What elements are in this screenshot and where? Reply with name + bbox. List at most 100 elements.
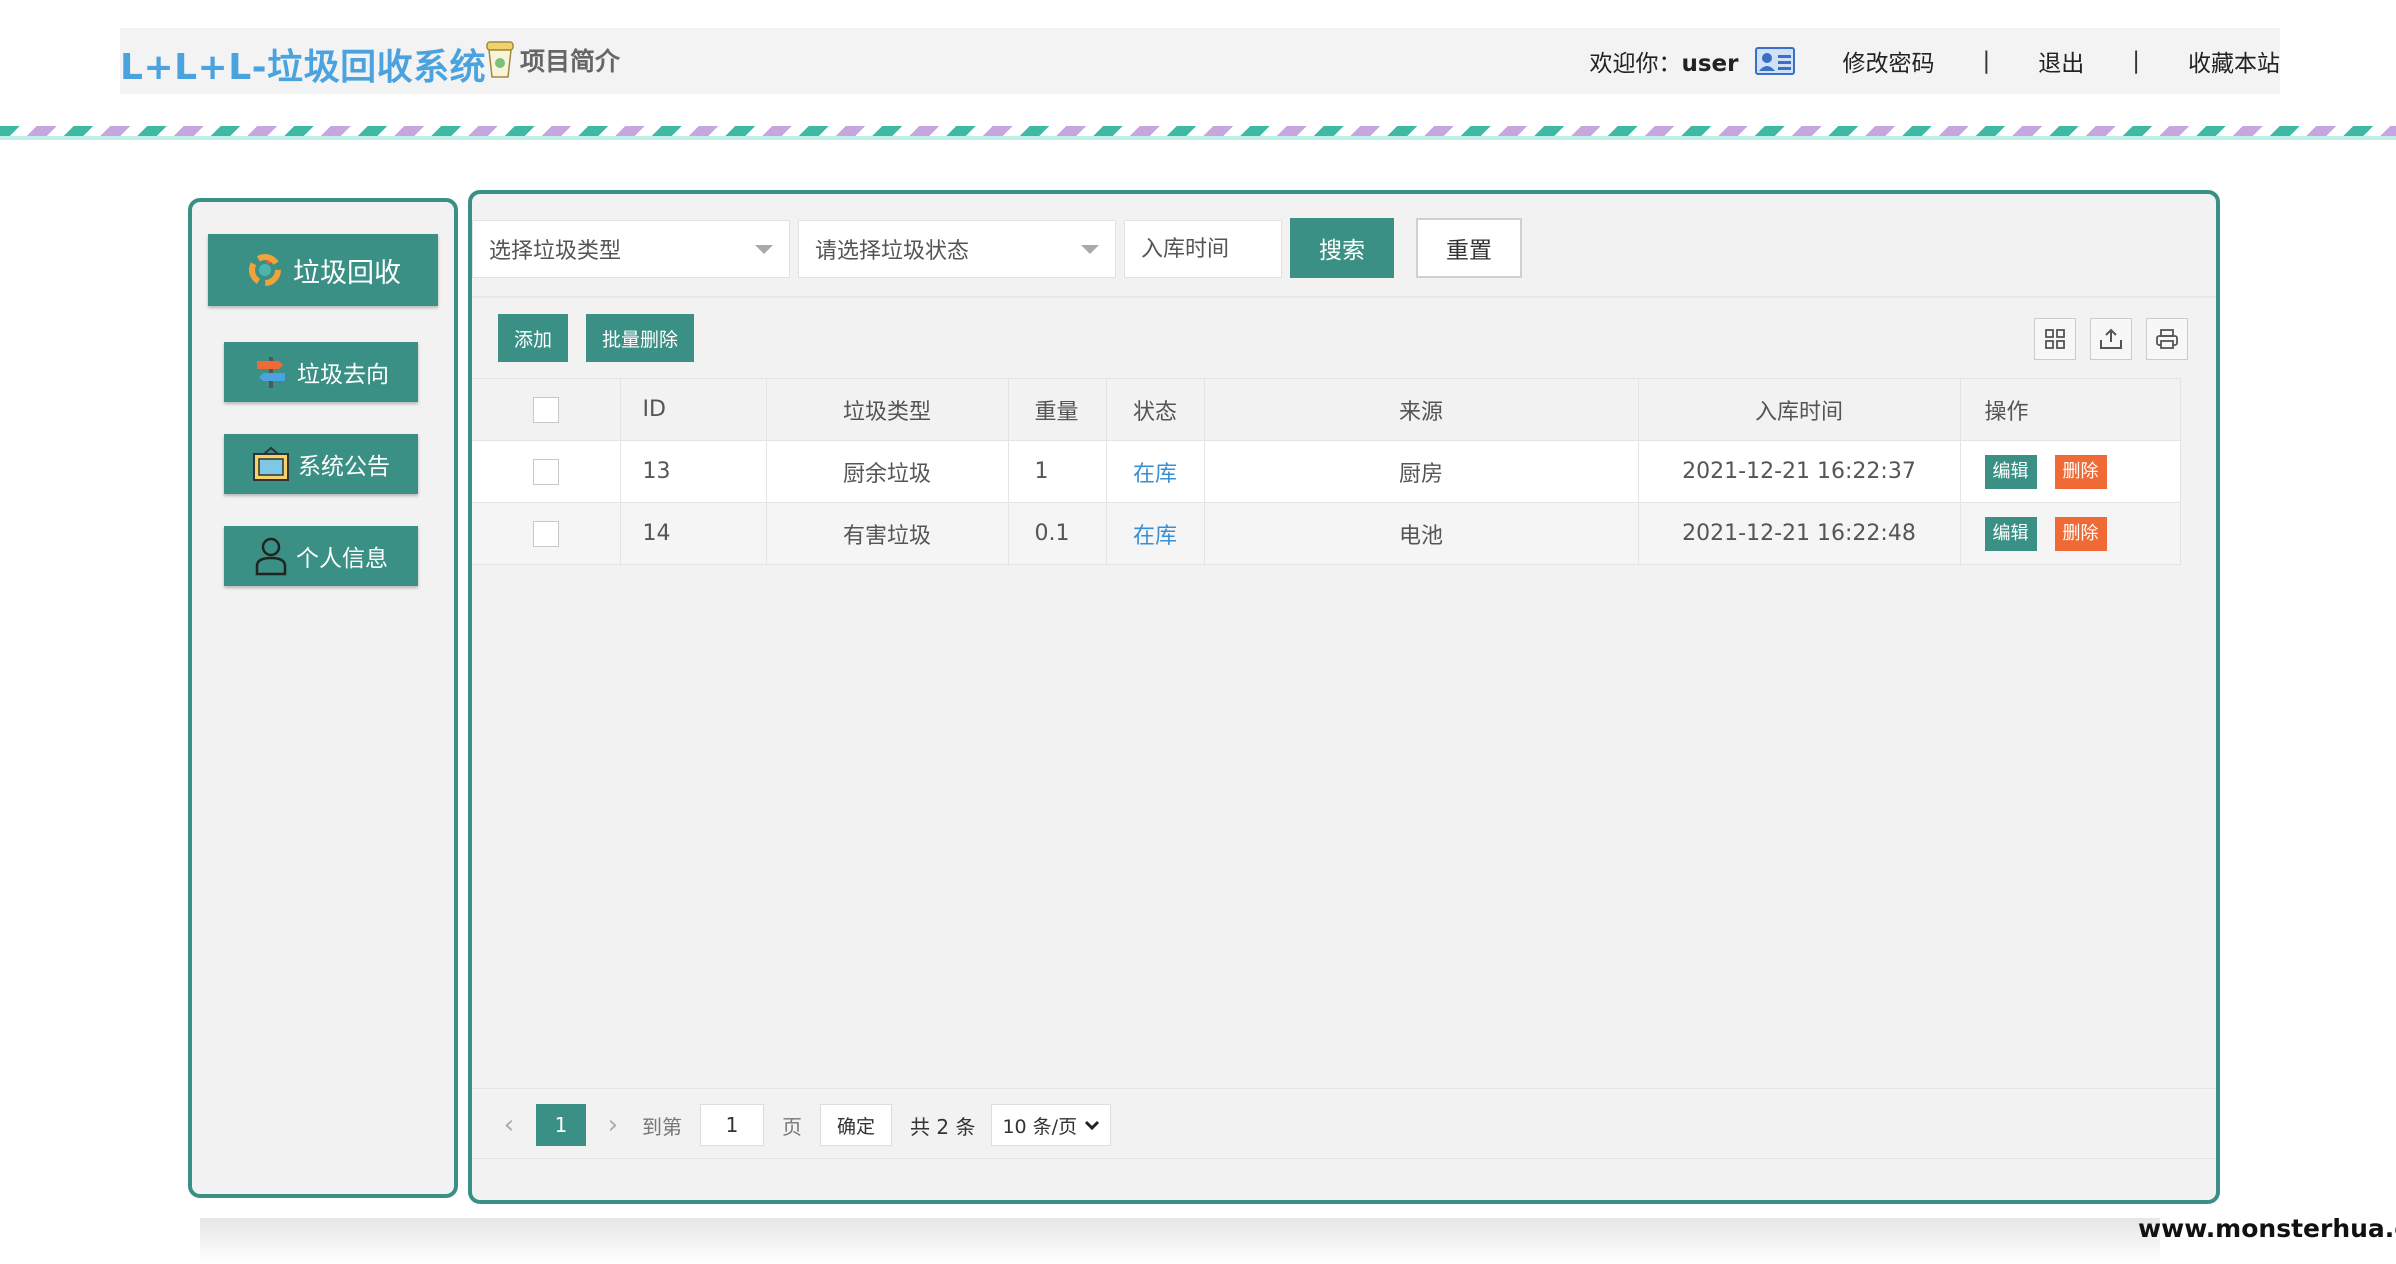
page-unit-label: 页 [782,1114,802,1139]
total-count: 共 2 条 [910,1114,976,1139]
column-header-source[interactable]: 来源 [1204,378,1639,441]
delete-button[interactable]: 删除 [2054,454,2107,489]
filter-divider [472,296,2216,298]
batch-delete-button[interactable]: 批量删除 [586,314,695,362]
chevron-down-icon [755,245,773,254]
select-all-cell [472,378,621,441]
sidebar-item-label: 个人信息 [296,546,388,572]
select-all-checkbox[interactable] [532,396,559,423]
column-header-ops: 操作 [1960,378,2181,441]
cell-ops: 编辑 删除 [1960,502,2181,565]
cell-status: 在库 [1106,502,1205,565]
prev-page-icon[interactable]: ‹ [494,1110,524,1140]
sidebar-item-label: 垃圾回收 [293,257,401,289]
cell-source: 电池 [1204,502,1639,565]
cell-weight: 0.1 [1008,502,1107,565]
main-panel: 选择垃圾类型 请选择垃圾状态 搜索 重置 添加 批量删除 [468,190,2220,1204]
add-button[interactable]: 添加 [498,314,569,362]
cell-time: 2021-12-21 16:22:48 [1638,502,1961,565]
status-link[interactable]: 在库 [1133,462,1177,487]
pager-divider [472,1088,2216,1089]
page-size-value: 10 条/页 [1002,1115,1078,1138]
sidebar-item-personal-info[interactable]: 个人信息 [224,526,418,586]
sidebar-item-garbage-destination[interactable]: 垃圾去向 [224,342,418,402]
cell-status: 在库 [1106,440,1205,503]
notice-board-icon [252,446,290,482]
welcome-prefix: 欢迎你： [1589,51,1682,77]
storage-date-input[interactable] [1124,220,1282,278]
reset-button[interactable]: 重置 [1416,218,1522,278]
cell-ops: 编辑 删除 [1960,440,2181,503]
cell-id: 14 [620,502,767,565]
filter-bar: 选择垃圾类型 请选择垃圾状态 搜索 重置 [472,194,2216,296]
table-header-row: ID 垃圾类型 重量 状态 来源 入库时间 操作 [472,378,2181,441]
row-checkbox[interactable] [532,458,559,485]
recycle-icon [245,250,285,290]
header-separator: | [1982,48,1991,74]
welcome-text: 欢迎你：user [1589,44,1738,78]
garbage-type-select[interactable]: 选择垃圾类型 [472,220,790,278]
project-intro-link[interactable]: 项目简介 [484,40,620,80]
confirm-page-button[interactable]: 确定 [820,1104,892,1146]
sidebar-item-system-notice[interactable]: 系统公告 [224,434,418,494]
table-row[interactable]: 13 厨余垃圾 1 在库 厨房 2021-12-21 16:22:37 编辑 删除 [472,440,2181,503]
cell-id: 13 [620,440,767,503]
change-password-link[interactable]: 修改密码 [1843,44,1935,78]
columns-icon[interactable] [2034,318,2076,360]
pager-bottom-divider [472,1158,2216,1159]
decorative-stripe-line [0,136,2396,140]
cell-source: 厨房 [1204,440,1639,503]
garbage-status-select[interactable]: 请选择垃圾状态 [798,220,1116,278]
garbage-type-placeholder: 选择垃圾类型 [489,239,622,264]
cell-time: 2021-12-21 16:22:37 [1638,440,1961,503]
table-row[interactable]: 14 有害垃圾 0.1 在库 电池 2021-12-21 16:22:48 编辑… [472,502,2181,565]
username: user [1681,51,1739,77]
bookmark-link[interactable]: 收藏本站 [2188,44,2280,78]
chevron-down-icon [1081,245,1099,254]
cup-icon [484,40,516,80]
id-card-icon [1754,47,1795,75]
person-icon [254,536,288,576]
sidebar: 垃圾回收 垃圾去向 系统公告 个人信息 [188,198,458,1198]
user-area: 欢迎你：user 修改密码 | 退出 | 收藏本站 [1589,28,2280,94]
sidebar-item-label: 垃圾去向 [297,362,389,388]
current-page-button[interactable]: 1 [536,1104,586,1146]
bottom-shadow [200,1218,2160,1264]
top-header: L+L+L-垃圾回收系统 项目简介 欢迎你：user 修改密码 | 退出 | 收… [120,28,2280,94]
print-icon[interactable] [2146,318,2188,360]
garbage-status-placeholder: 请选择垃圾状态 [815,239,970,264]
signpost-icon [253,354,289,390]
next-page-icon[interactable]: › [598,1110,628,1140]
goto-label: 到第 [642,1114,682,1139]
delete-button[interactable]: 删除 [2054,516,2107,551]
page-number-input[interactable] [700,1104,764,1146]
column-header-status[interactable]: 状态 [1106,378,1205,441]
edit-button[interactable]: 编辑 [1984,516,2037,551]
cell-type: 有害垃圾 [766,502,1009,565]
export-icon[interactable] [2090,318,2132,360]
app-logo: L+L+L-垃圾回收系统 [120,47,487,88]
edit-button[interactable]: 编辑 [1984,454,2037,489]
row-select-cell [472,502,621,565]
header-separator: | [2132,48,2140,74]
cell-weight: 1 [1008,440,1107,503]
pagination: ‹ 1 › 到第 页 确定 共 2 条 10 条/页 [494,1102,1112,1148]
logout-link[interactable]: 退出 [2038,44,2084,78]
project-intro-label: 项目简介 [520,47,621,76]
column-header-id[interactable]: ID [620,378,767,441]
sidebar-item-garbage-recycle[interactable]: 垃圾回收 [208,234,438,306]
page-size-select[interactable]: 10 条/页 [991,1104,1112,1146]
decorative-stripe [0,126,2396,136]
garbage-table: ID 垃圾类型 重量 状态 来源 入库时间 操作 13 厨余垃圾 1 在库 厨房… [472,378,2181,565]
column-header-time[interactable]: 入库时间 [1638,378,1961,441]
row-select-cell [472,440,621,503]
status-link[interactable]: 在库 [1133,524,1177,549]
watermark-text: www.monsterhua.com [2138,1214,2396,1243]
column-header-type[interactable]: 垃圾类型 [766,378,1009,441]
cell-type: 厨余垃圾 [766,440,1009,503]
sidebar-item-label: 系统公告 [298,454,390,480]
chevron-down-icon [1084,1114,1100,1136]
column-header-weight[interactable]: 重量 [1008,378,1107,441]
search-button[interactable]: 搜索 [1290,218,1394,278]
row-checkbox[interactable] [532,520,559,547]
